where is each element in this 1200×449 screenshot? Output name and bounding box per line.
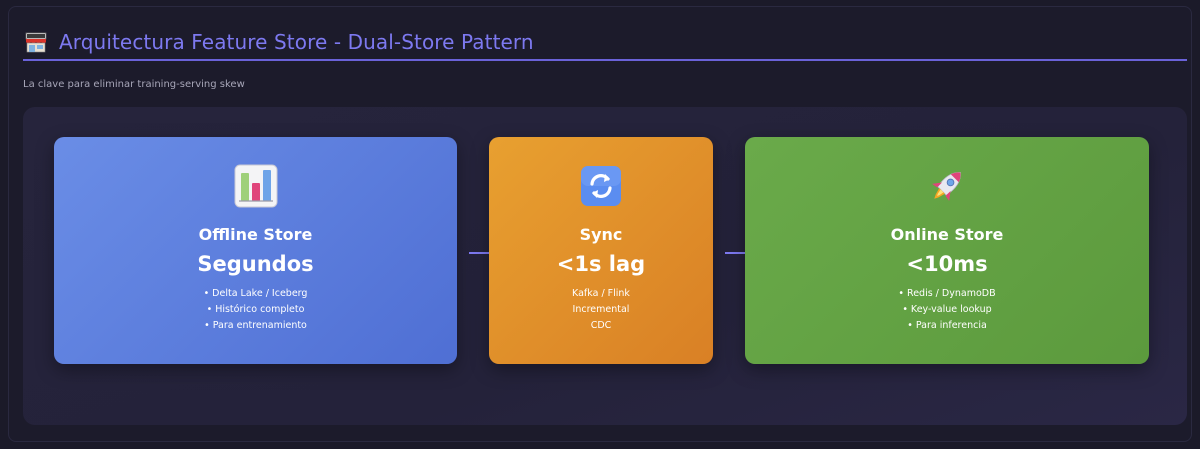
online-store-card: Online Store <10ms • Redis / DynamoDB • …: [745, 137, 1149, 364]
sync-card: Sync <1s lag Kafka / Flink Incremental C…: [489, 137, 713, 364]
list-item: • Para entrenamiento: [204, 320, 307, 331]
offline-store-title: Offline Store: [198, 225, 313, 244]
store-icon: [23, 29, 49, 55]
sync-title: Sync: [579, 225, 623, 244]
list-item: • Redis / DynamoDB: [898, 288, 996, 299]
sync-latency: <1s lag: [556, 252, 646, 276]
sync-icon: [578, 163, 624, 209]
list-item: • Histórico completo: [206, 304, 305, 315]
online-store-features: • Redis / DynamoDB • Key-value lookup • …: [745, 286, 1149, 334]
offline-store-card: Offline Store Segundos • Delta Lake / Ic…: [54, 137, 457, 364]
rocket-icon: [924, 163, 970, 209]
header: Arquitectura Feature Store - Dual-Store …: [23, 23, 1187, 61]
title-underline: [23, 59, 1187, 61]
subtitle: La clave para eliminar training-serving …: [23, 79, 245, 90]
bar-chart-icon: [233, 163, 279, 209]
offline-store-features: • Delta Lake / Iceberg • Histórico compl…: [54, 286, 457, 334]
online-store-title: Online Store: [890, 225, 1004, 244]
list-item: • Para inferencia: [907, 320, 987, 331]
online-store-latency: <10ms: [906, 252, 988, 276]
list-item: • Delta Lake / Iceberg: [203, 288, 308, 299]
diagram-frame: Arquitectura Feature Store - Dual-Store …: [8, 6, 1192, 442]
list-item: CDC: [590, 320, 612, 331]
page-title: Arquitectura Feature Store - Dual-Store …: [59, 30, 534, 54]
list-item: Kafka / Flink: [572, 288, 630, 299]
sync-features: Kafka / Flink Incremental CDC: [489, 286, 713, 334]
connector-offline-sync: [469, 252, 491, 254]
offline-store-latency: Segundos: [197, 252, 314, 276]
diagram-panel: Offline Store Segundos • Delta Lake / Ic…: [23, 107, 1187, 425]
list-item: Incremental: [572, 304, 630, 315]
connector-sync-online: [725, 252, 747, 254]
list-item: • Key-value lookup: [902, 304, 992, 315]
